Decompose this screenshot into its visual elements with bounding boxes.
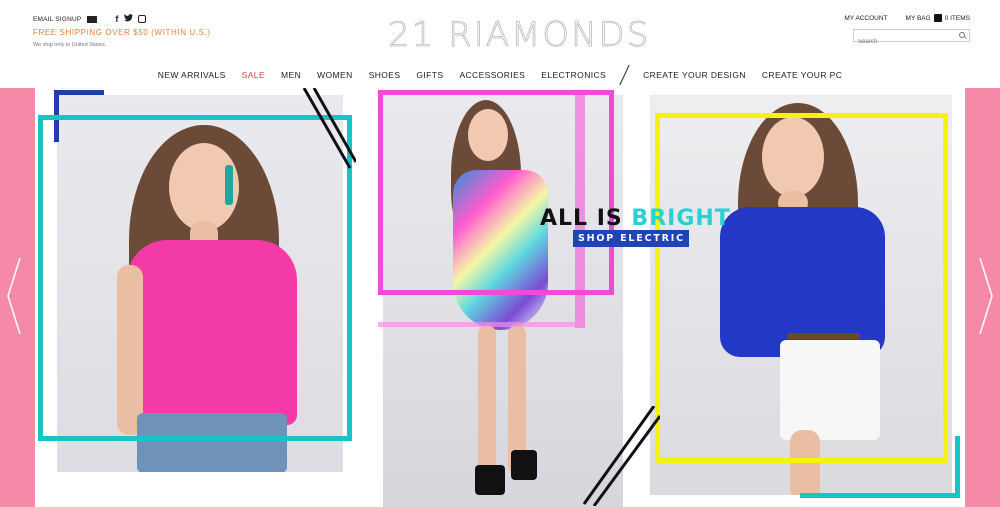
diagonal-stripes-bottom <box>582 406 660 506</box>
diagonal-stripes-top <box>302 88 356 169</box>
my-account-link[interactable]: MY ACCOUNT <box>844 15 887 22</box>
nav-divider <box>619 64 630 86</box>
my-bag-link[interactable]: MY BAG 0 ITEMS <box>906 14 970 22</box>
shop-electric-button[interactable]: SHOP ELECTRIC <box>573 230 689 247</box>
black-heel <box>511 450 537 480</box>
email-signup-link[interactable]: EMAIL SIGNUP <box>33 16 81 23</box>
twitter-icon[interactable] <box>123 14 133 24</box>
utility-left: EMAIL SIGNUP f FREE SHIPPING OVER $50 (W… <box>33 14 211 48</box>
nav-sale[interactable]: SALE <box>242 70 265 80</box>
headline-part1: ALL IS <box>540 206 632 231</box>
nav-men[interactable]: MEN <box>281 70 301 80</box>
nav-accessories[interactable]: ACCESSORIES <box>459 70 525 80</box>
hero-headline: ALL IS BRIGHT <box>540 206 731 231</box>
shipping-promo[interactable]: FREE SHIPPING OVER $50 (WITHIN U.S.) <box>33 28 211 37</box>
social-links: f <box>115 14 146 24</box>
hero-carousel[interactable]: ALL IS BRIGHT SHOP ELECTRIC <box>0 88 1000 507</box>
account-row: MY ACCOUNT MY BAG 0 ITEMS <box>830 14 970 22</box>
my-bag-label: MY BAG <box>905 14 931 22</box>
nav-women[interactable]: WOMEN <box>317 70 353 80</box>
nav-electronics[interactable]: ELECTRONICS <box>541 70 606 80</box>
teal-frame-accent <box>800 436 960 498</box>
instagram-icon[interactable] <box>137 15 146 23</box>
search-input[interactable] <box>854 36 954 48</box>
black-heel <box>475 465 505 495</box>
search-icon[interactable] <box>959 32 965 38</box>
yellow-frame <box>655 113 948 463</box>
nav-gifts[interactable]: GIFTS <box>416 70 443 80</box>
chevron-right-icon[interactable] <box>978 256 994 336</box>
envelope-icon[interactable] <box>87 15 98 23</box>
facebook-icon[interactable]: f <box>115 14 118 24</box>
nav-shoes[interactable]: SHOES <box>369 70 401 80</box>
email-signup-row: EMAIL SIGNUP f <box>33 14 211 24</box>
nav-create-your-pc[interactable]: CREATE YOUR PC <box>762 70 842 80</box>
magenta-frame-accent <box>378 322 584 327</box>
ship-note: We ship only in United States. <box>33 42 107 48</box>
bag-count: 0 ITEMS <box>944 14 970 22</box>
utility-right: MY ACCOUNT MY BAG 0 ITEMS <box>830 14 970 48</box>
shopping-bag-icon <box>933 14 942 22</box>
headline-bright: BRIGHT <box>631 206 731 231</box>
chevron-left-icon[interactable] <box>6 256 22 336</box>
main-nav: NEW ARRIVALS SALE MEN WOMEN SHOES GIFTS … <box>0 64 1000 86</box>
search-box <box>853 29 970 48</box>
nav-create-your-design[interactable]: CREATE YOUR DESIGN <box>643 70 746 80</box>
site-logo[interactable]: 21 RIAMONDS <box>388 17 650 54</box>
site-header: EMAIL SIGNUP f FREE SHIPPING OVER $50 (W… <box>0 0 1000 88</box>
nav-new-arrivals[interactable]: NEW ARRIVALS <box>158 70 226 80</box>
